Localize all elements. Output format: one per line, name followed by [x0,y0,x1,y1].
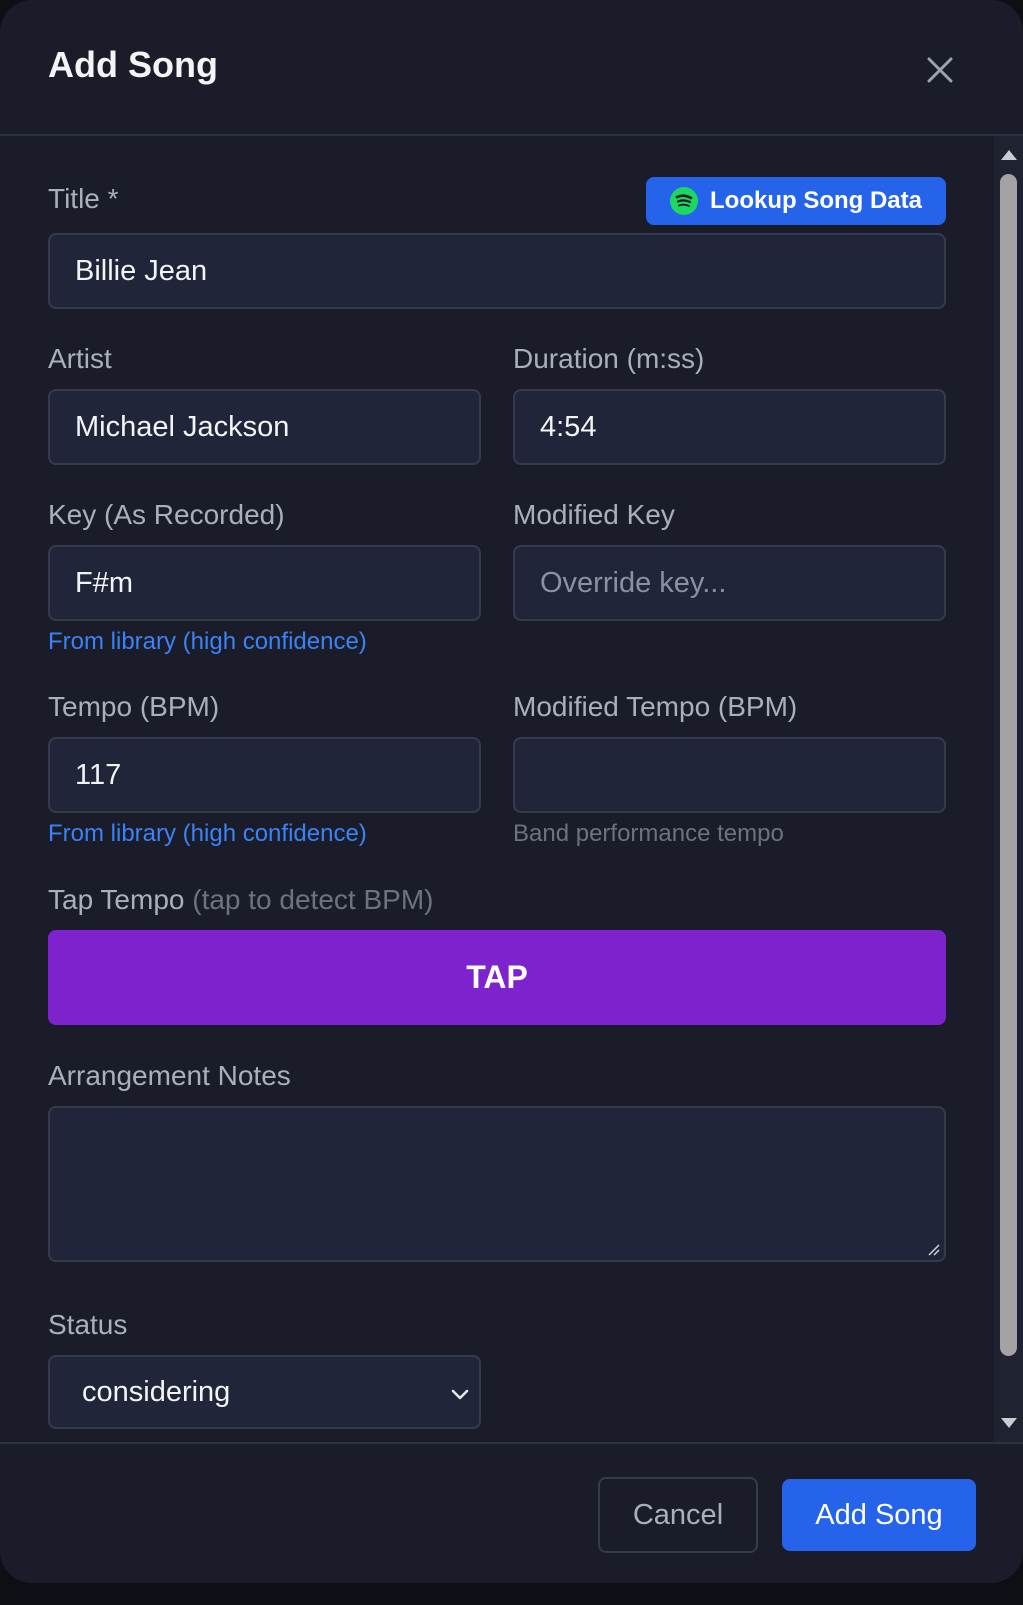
tempo-label: Tempo (BPM) [48,691,220,722]
close-icon [927,57,953,83]
title-input[interactable]: Billie Jean [48,233,946,309]
tempo-input[interactable]: 117 [48,737,481,813]
tap-button[interactable]: TAP [48,930,946,1025]
add-song-button[interactable]: Add Song [782,1479,976,1551]
scrollbar[interactable] [994,136,1023,1442]
lookup-button-label: Lookup Song Data [710,187,922,214]
status-label: Status [48,1309,128,1340]
key-label: Key (As Recorded) [48,499,285,530]
modified-key-input[interactable]: Override key... [513,545,946,621]
tap-tempo-label: Tap Tempo (tap to detect BPM) [48,884,433,916]
modified-tempo-help-text: Band performance tempo [513,820,784,847]
artist-label: Artist [48,343,112,374]
dialog-title: Add Song [48,44,218,85]
lookup-song-data-button[interactable]: Lookup Song Data [646,177,946,225]
duration-label: Duration (m:ss) [513,343,705,374]
arrangement-notes-label: Arrangement Notes [48,1060,291,1091]
scroll-up-arrow-icon[interactable] [1001,150,1017,160]
dialog-body: Title * Lookup Song Data Billie Jean Art… [0,136,994,1442]
modified-tempo-input[interactable] [513,737,946,813]
add-song-dialog: Add Song Title * Lookup Song Data Billie… [0,0,1023,1583]
arrangement-notes-textarea[interactable] [48,1106,946,1262]
tap-tempo-label-text: Tap Tempo [48,884,185,915]
scrollbar-thumb[interactable] [1000,174,1017,1356]
dialog-header: Add Song [0,0,1023,136]
status-select[interactable]: considering [48,1355,481,1429]
tap-tempo-hint: (tap to detect BPM) [192,884,434,915]
modified-key-label: Modified Key [513,499,675,530]
cancel-button[interactable]: Cancel [598,1477,758,1553]
key-help-text: From library (high confidence) [48,628,367,655]
tempo-help-text: From library (high confidence) [48,820,367,847]
key-input[interactable]: F#m [48,545,481,621]
title-label: Title * [48,183,119,214]
dialog-footer: Cancel Add Song [0,1442,1023,1583]
status-select-value: considering [82,1375,231,1408]
scroll-down-arrow-icon[interactable] [1001,1418,1017,1428]
duration-input[interactable]: 4:54 [513,389,946,465]
resize-handle-icon[interactable] [926,1242,940,1256]
artist-input[interactable]: Michael Jackson [48,389,481,465]
spotify-icon [670,187,698,215]
modified-tempo-label: Modified Tempo (BPM) [513,691,798,722]
chevron-down-icon [451,1389,469,1400]
close-button[interactable] [920,50,960,90]
